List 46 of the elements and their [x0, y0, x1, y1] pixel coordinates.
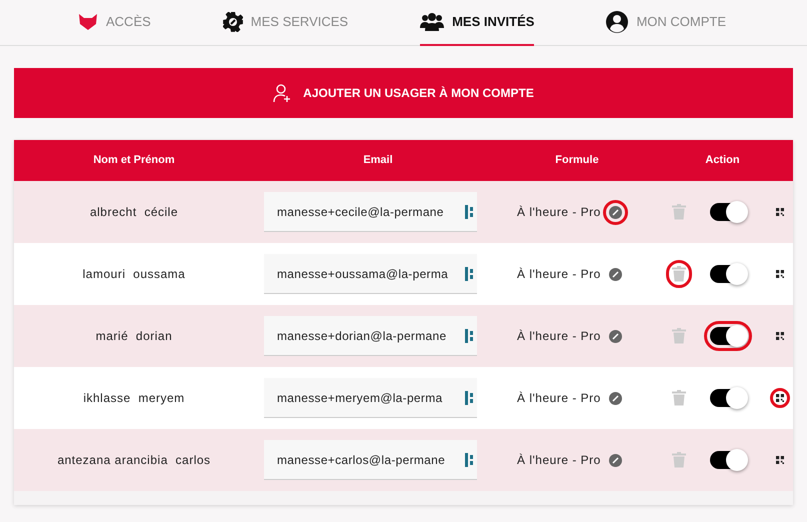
nav-tab[interactable]: MES INVITÉS — [420, 0, 534, 46]
qr-code-icon[interactable] — [776, 394, 784, 402]
name-cell-text: ikhlasse meryem — [82, 390, 186, 407]
name-cell-text: albrecht cécile — [88, 204, 180, 221]
add-user-icon — [273, 83, 292, 103]
users-icon — [420, 13, 444, 31]
formule-text: À l'heure - Pro — [517, 390, 601, 407]
edit-icon[interactable] — [608, 392, 622, 404]
edit-icon[interactable] — [608, 206, 622, 218]
qr-code-icon[interactable] — [776, 456, 784, 464]
formule-text: À l'heure - Pro — [517, 452, 601, 469]
email-field[interactable]: manesse+oussama@la-perma — [264, 254, 477, 294]
column-header: Action — [704, 153, 741, 168]
cat-icon — [78, 13, 98, 31]
column-header: Email — [362, 153, 394, 168]
edit-icon[interactable] — [608, 330, 622, 342]
password-manager-icon — [465, 267, 473, 281]
add-user-button[interactable]: AJOUTER UN USAGER À MON COMPTE — [14, 68, 793, 118]
email-field[interactable]: manesse+dorian@la-permane — [264, 316, 477, 356]
user-icon — [606, 11, 628, 33]
password-manager-icon — [465, 205, 473, 219]
password-manager-icon — [465, 329, 473, 343]
edit-icon[interactable] — [608, 268, 622, 280]
password-manager-icon — [465, 453, 473, 467]
qr-code-icon[interactable] — [776, 208, 784, 216]
email-field[interactable]: manesse+carlos@la-permane — [264, 440, 477, 480]
gear-icon — [222, 12, 243, 32]
formule-text: À l'heure - Pro — [517, 204, 601, 221]
password-manager-icon — [465, 391, 473, 405]
email-field[interactable]: manesse+cecile@la-permane — [264, 192, 477, 232]
column-header: Formule — [554, 153, 600, 168]
toggle-switch[interactable] — [710, 389, 746, 407]
toggle-switch[interactable] — [710, 327, 746, 345]
email-field[interactable]: manesse+meryem@la-perma — [264, 378, 477, 418]
name-cell-text: lamouri oussama — [82, 266, 186, 283]
toggle-switch[interactable] — [710, 451, 746, 469]
qr-code-icon[interactable] — [776, 332, 784, 340]
name-cell-text: antezana arancibia carlos — [56, 452, 212, 469]
formule-text: À l'heure - Pro — [517, 266, 601, 283]
edit-icon[interactable] — [608, 454, 622, 466]
toggle-switch[interactable] — [710, 203, 746, 221]
toggle-switch[interactable] — [710, 265, 746, 283]
formule-text: À l'heure - Pro — [517, 328, 601, 345]
column-header: Nom et Prénom — [92, 153, 176, 168]
name-cell-text: marié dorian — [94, 328, 174, 345]
qr-code-icon[interactable] — [776, 270, 784, 278]
